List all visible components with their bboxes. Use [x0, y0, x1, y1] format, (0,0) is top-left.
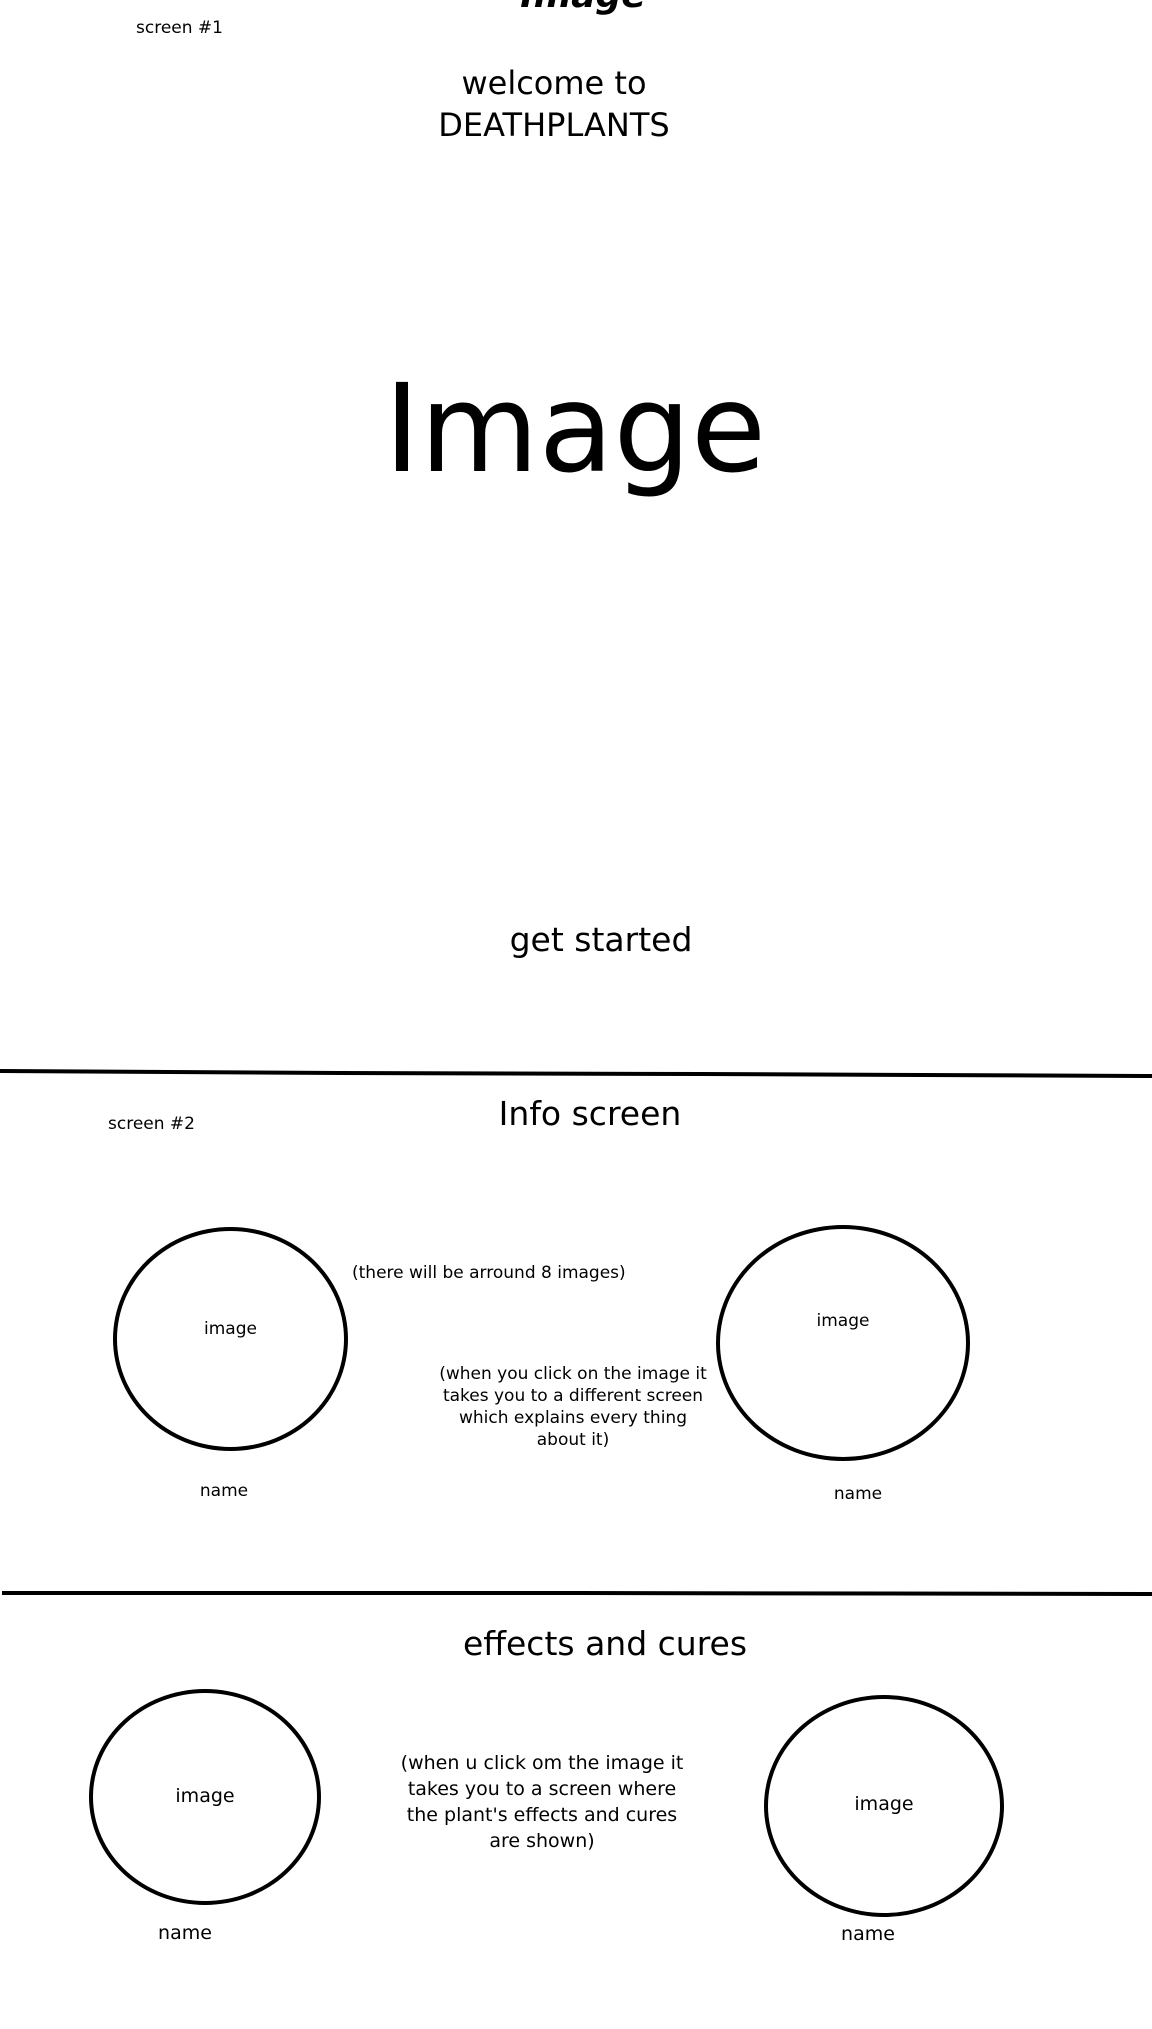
info-left-image-label: image — [204, 1319, 257, 1339]
effects-left-image-label: image — [175, 1785, 235, 1807]
effects-right-name: name — [841, 1923, 895, 1945]
top-cutoff-heading: Image — [520, 0, 645, 14]
screen-1-label: screen #1 — [136, 18, 223, 38]
click-explain-note: (when you click on the image it takes yo… — [439, 1364, 707, 1450]
effects-right-image-label: image — [854, 1793, 914, 1815]
info-right-image-label: image — [816, 1311, 870, 1331]
effects-click-note: (when u click om the image it takes you … — [400, 1752, 684, 1852]
divider-line-2 — [2, 1591, 1152, 1596]
info-left-image-circle[interactable]: image — [113, 1227, 348, 1451]
effects-left-name: name — [158, 1922, 212, 1944]
hero-image-placeholder: Image — [383, 358, 767, 500]
info-left-name: name — [199, 1481, 249, 1501]
screen-2-label: screen #2 — [108, 1114, 195, 1134]
divider-line-1 — [0, 1069, 1152, 1078]
info-right-name: name — [833, 1484, 883, 1504]
welcome-line-1: welcome to — [461, 64, 647, 102]
info-screen-title: Info screen — [498, 1094, 682, 1133]
info-right-image-circle[interactable]: image — [716, 1225, 970, 1461]
images-count-note: (there will be arround 8 images) — [352, 1263, 626, 1283]
effects-and-cures-title: effects and cures — [462, 1624, 748, 1663]
welcome-line-2: DEATHPLANTS — [438, 106, 670, 144]
welcome-title: welcome to DEATHPLANTS — [404, 62, 704, 146]
effects-left-image-circle[interactable]: image — [89, 1689, 321, 1905]
get-started-button[interactable]: get started — [510, 923, 693, 956]
effects-right-image-circle[interactable]: image — [764, 1695, 1004, 1917]
